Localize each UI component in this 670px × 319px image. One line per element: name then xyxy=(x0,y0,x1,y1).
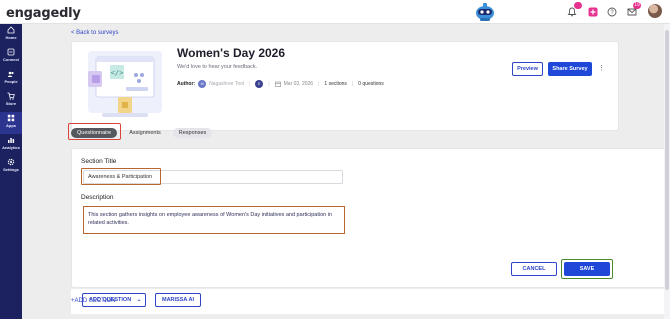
section-title-label: Section Title xyxy=(81,158,117,165)
sidebar-item-label: Connect xyxy=(3,57,19,62)
apps-icon xyxy=(7,114,15,122)
user-avatar[interactable] xyxy=(648,4,662,18)
divider: | xyxy=(318,81,320,87)
survey-subtitle: We'd love to hear your feedback. xyxy=(177,64,258,70)
add-icon[interactable] xyxy=(587,6,599,18)
save-button[interactable]: SAVE xyxy=(564,262,610,276)
divider: | xyxy=(351,81,354,87)
cancel-button[interactable]: CANCEL xyxy=(511,262,557,276)
divider: | xyxy=(268,81,270,87)
survey-meta: Author: M Nagashree Tool | E | Mar 03, 2… xyxy=(177,80,384,88)
calendar-icon xyxy=(274,81,281,87)
help-icon[interactable]: ? xyxy=(606,6,618,18)
share-survey-button[interactable]: Share Survey xyxy=(548,62,592,76)
connect-icon xyxy=(7,48,15,56)
sidebar-item-apps[interactable]: Apps xyxy=(0,112,22,134)
author-avatar: M xyxy=(198,80,207,88)
tab-responses[interactable]: Responses xyxy=(172,128,213,138)
sidebar-item-store[interactable]: Store xyxy=(0,90,22,112)
sidebar-item-label: People xyxy=(4,79,18,84)
survey-illustration: </> xyxy=(88,51,162,117)
survey-date: Mar 03, 2026 xyxy=(283,81,314,87)
scrollbar-thumb[interactable] xyxy=(665,30,669,290)
sidebar-item-label: Store xyxy=(5,101,17,106)
highlight-box xyxy=(81,168,161,185)
more-options-icon[interactable]: ⋮ xyxy=(598,64,605,72)
sidebar-item-label: Home xyxy=(5,35,17,40)
survey-title: Women's Day 2026 xyxy=(177,46,286,60)
main-content: < Back to surveys </> Women's Day 2026 W… xyxy=(68,26,670,319)
divider: | xyxy=(249,81,251,87)
sidebar-item-connect[interactable]: Connect xyxy=(0,46,22,68)
sidebar-item-people[interactable]: People xyxy=(0,68,22,90)
notification-badge xyxy=(574,2,582,9)
sidebar-item-analytics[interactable]: Analytics xyxy=(0,134,22,156)
tab-assignments[interactable]: Assignments xyxy=(123,128,167,138)
sidebar: Home Connect People Store Apps Analytics… xyxy=(0,24,22,319)
description-label: Description xyxy=(81,194,114,201)
analytics-icon xyxy=(8,138,15,143)
section-editor-card: Section Title Awareness & Participation … xyxy=(71,148,670,288)
sidebar-item-label: Analytics xyxy=(2,145,20,150)
add-section-link[interactable]: +ADD SECTION xyxy=(71,298,116,304)
mascot-icon xyxy=(476,3,494,21)
sidebar-item-label: Settings xyxy=(3,167,19,172)
author-label: Author: xyxy=(177,81,196,87)
people-icon xyxy=(7,71,14,77)
chevron-down-icon: ⌄ xyxy=(136,297,142,303)
sidebar-item-label: Apps xyxy=(6,123,16,128)
second-avatar: E xyxy=(255,80,264,88)
highlight-box xyxy=(68,123,121,140)
author-name: Nagashree Tool xyxy=(209,81,244,87)
inbox-badge: 19 xyxy=(633,2,641,9)
sidebar-item-home[interactable]: Home xyxy=(0,24,22,46)
description-textarea[interactable]: This section gathers insights on employe… xyxy=(83,206,345,234)
gear-icon xyxy=(7,158,15,166)
app-window: engagedly ? 19 Home Connect People Store… xyxy=(0,0,670,319)
preview-button[interactable]: Preview xyxy=(512,62,543,76)
svg-text:</>: </> xyxy=(111,69,124,77)
cart-icon xyxy=(7,92,15,100)
back-to-surveys-link[interactable]: < Back to surveys xyxy=(71,30,119,36)
sidebar-item-settings[interactable]: Settings xyxy=(0,156,22,178)
add-question-bar: ADD QUESTION ⌄ MARISSA AI xyxy=(71,288,670,314)
top-bar: engagedly ? 19 xyxy=(0,0,670,24)
section-count: 1 sections xyxy=(324,81,347,87)
marissa-ai-button[interactable]: MARISSA AI xyxy=(155,293,201,307)
survey-header-card: </> Women's Day 2026 We'd love to hear y… xyxy=(71,41,619,131)
logo: engagedly xyxy=(6,6,81,21)
home-icon xyxy=(7,26,15,34)
question-count: 0 questions xyxy=(358,81,384,87)
